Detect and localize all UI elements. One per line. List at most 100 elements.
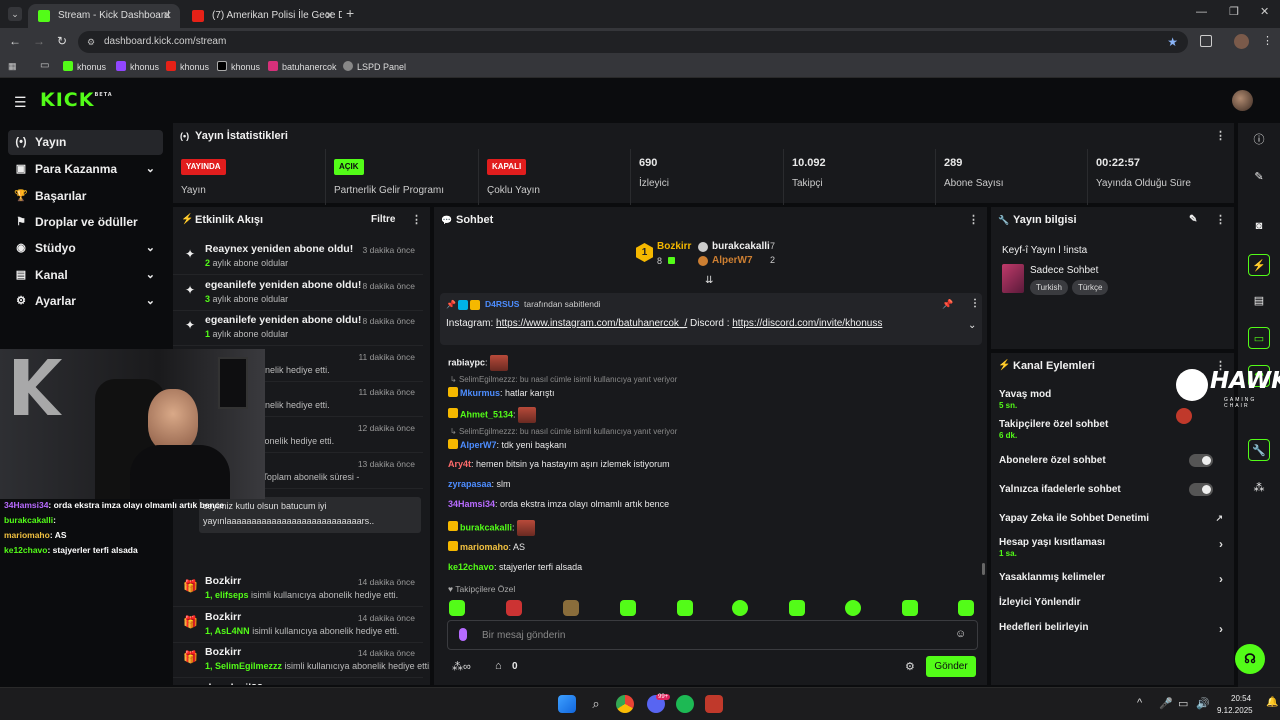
chat-message[interactable]: 34Hamsi34: orda ekstra imza olayı olmaml… <box>448 499 669 509</box>
chat-icon[interactable]: ▭ <box>1248 327 1270 349</box>
apps-icon[interactable]: ▦ <box>8 61 17 72</box>
chat-message[interactable]: Ary4t: hemen bitsin ya hastayım aşırı iz… <box>448 459 670 469</box>
more-icon[interactable]: ⋮ <box>1215 207 1226 233</box>
emote-icon[interactable] <box>506 600 522 616</box>
emote-icon[interactable] <box>563 600 579 616</box>
bookmark-instagram[interactable]: batuhanercok <box>268 60 337 74</box>
sidebar-item-1[interactable]: ▣ Para Kazanma ⌄ <box>8 157 163 182</box>
bookmark-lspd[interactable]: LSPD Panel <box>343 60 406 74</box>
emote-icon[interactable] <box>789 600 805 616</box>
points-icon[interactable]: ⁂∞ <box>452 660 471 673</box>
chat-username[interactable]: rabiaypc <box>448 357 485 367</box>
bookmark-x[interactable]: khonus <box>217 60 260 74</box>
info-icon[interactable]: ⓘ <box>1248 129 1270 151</box>
site-info-icon[interactable]: ⚙ <box>87 31 95 53</box>
emote-icon[interactable] <box>449 600 465 616</box>
support-button[interactable]: ☊ <box>1235 644 1265 674</box>
bolt-icon[interactable]: ⚡ <box>1248 254 1270 276</box>
chrome-icon[interactable] <box>616 695 634 713</box>
chat-message[interactable]: rabiaypc: <box>448 355 509 371</box>
clock-time[interactable]: 20:54 <box>1231 694 1251 703</box>
start-icon[interactable] <box>558 695 576 713</box>
sidebar-item-0[interactable]: (•) Yayın <box>8 130 163 155</box>
channel-action[interactable]: İzleyici Yönlendir <box>999 597 1227 608</box>
chat-message[interactable]: ke12chavo: stajyerler terfi alsada <box>448 562 582 572</box>
clock-date[interactable]: 9.12.2025 <box>1217 706 1253 715</box>
channel-action[interactable]: Abonelere özel sohbet <box>999 454 1227 467</box>
toggle-switch[interactable] <box>1189 454 1213 467</box>
mic-tray-icon[interactable]: 🎤 <box>1159 697 1173 710</box>
sidebar-item-4[interactable]: ◉ Stüdyo ⌄ <box>8 236 163 261</box>
more-icon[interactable]: ⋮ <box>1215 123 1226 149</box>
channel-action[interactable]: Yapay Zeka ile Sohbet Denetimi ↗ <box>999 513 1227 524</box>
channel-action[interactable]: Hedefleri belirleyin › <box>999 622 1227 636</box>
chat-message[interactable]: mariomaho: AS <box>448 541 525 552</box>
chat-username[interactable]: 34Hamsi34 <box>448 499 495 509</box>
category-name[interactable]: Sadece Sohbet <box>1030 265 1098 276</box>
chat-message[interactable]: AlperW7: tdk yeni başkanı <box>448 439 567 450</box>
filter-button[interactable]: Filtre <box>371 207 395 233</box>
app-icon[interactable] <box>705 695 723 713</box>
group-icon[interactable]: ⁂ <box>1248 477 1270 499</box>
tab-kick-dashboard[interactable]: Stream - Kick Dashboard ✕ <box>28 4 180 28</box>
sidebar-item-5[interactable]: ▤ Kanal ⌄ <box>8 263 163 288</box>
back-icon[interactable]: ← <box>9 34 21 48</box>
tab-list-button[interactable]: ⌄ <box>8 7 22 21</box>
edit-icon[interactable]: ✎ <box>1248 166 1270 188</box>
spotify-icon[interactable] <box>676 695 694 713</box>
show-hidden-icons[interactable]: ^ <box>1137 697 1142 709</box>
restore-icon[interactable]: ❐ <box>1229 5 1239 18</box>
user-avatar[interactable] <box>1232 90 1253 111</box>
unpin-icon[interactable]: 📌 <box>942 299 953 310</box>
kick-logo[interactable]: KICKBETA <box>40 89 113 111</box>
emote-icon[interactable] <box>902 600 918 616</box>
channel-action[interactable]: Hesap yaşı kısıtlaması 1 sa. › <box>999 537 1227 558</box>
instagram-link[interactable]: https://www.instagram.com/batuhanercok_/ <box>496 318 687 329</box>
emote-icon[interactable] <box>958 600 974 616</box>
forward-icon[interactable]: → <box>33 34 45 48</box>
tag[interactable]: Türkçe <box>1071 280 1109 295</box>
folder-icon[interactable]: ▭ <box>40 60 49 71</box>
chat-username[interactable]: burakcakalli <box>460 522 512 532</box>
notifications-icon[interactable]: 🔔 <box>1266 697 1278 708</box>
hamburger-menu-icon[interactable]: ☰ <box>14 94 27 111</box>
tab-youtube[interactable]: (7) Amerikan Polisi İle Gece Dev ✕ <box>182 4 342 28</box>
reload-icon[interactable]: ↻ <box>57 34 67 48</box>
tag[interactable]: Turkish <box>1030 280 1068 295</box>
more-icon[interactable]: ⋮ <box>411 207 422 233</box>
reply-context[interactable]: ↳ SelimEgilmezzz: bu nasıl cümle isimli … <box>450 427 677 436</box>
emoji-icon[interactable]: ☺ <box>955 628 966 640</box>
extensions-icon[interactable] <box>1200 35 1212 47</box>
bookmark-star-icon[interactable]: ★ <box>1167 31 1178 53</box>
emote-icon[interactable] <box>732 600 748 616</box>
sidebar-item-6[interactable]: ⚙ Ayarlar ⌄ <box>8 289 163 314</box>
bookmark-twitch[interactable]: khonus <box>116 60 159 74</box>
chat-username[interactable]: Ahmet_5134 <box>460 409 513 419</box>
camera-icon[interactable]: ◙ <box>1248 215 1270 237</box>
url-input[interactable]: ⚙ dashboard.kick.com/stream ★ <box>78 31 1188 53</box>
chat-message[interactable]: Mkurmus: hatlar karıştı <box>448 387 555 398</box>
channel-action[interactable]: Yasaklanmış kelimeler › <box>999 572 1227 586</box>
toggle-switch[interactable] <box>1189 483 1213 496</box>
minimize-icon[interactable]: — <box>1196 6 1207 18</box>
expand-icon[interactable]: ⌄ <box>968 320 976 331</box>
search-icon[interactable]: ⌕ <box>587 695 605 713</box>
network-icon[interactable]: ▭ <box>1178 697 1188 710</box>
discord-link[interactable]: https://discord.com/invite/khonuss <box>732 318 882 329</box>
new-tab-button[interactable]: + <box>346 5 354 21</box>
chat-message[interactable]: Ahmet_5134: <box>448 407 537 423</box>
more-icon[interactable]: ⋮ <box>968 207 979 233</box>
chat-username[interactable]: AlperW7 <box>460 440 497 450</box>
sidebar-item-3[interactable]: ⚑ Droplar ve ödüller <box>8 210 163 235</box>
volume-icon[interactable]: 🔊 <box>1196 697 1210 710</box>
close-tab-icon[interactable]: ✕ <box>325 4 334 28</box>
emote-icon[interactable] <box>620 600 636 616</box>
wrench-icon[interactable]: 🔧 <box>1248 439 1270 461</box>
microphone-icon[interactable] <box>459 628 467 641</box>
profile-avatar-icon[interactable] <box>1234 34 1249 49</box>
store-icon[interactable]: ⌂ <box>495 660 502 672</box>
chat-input[interactable]: Bir mesaj gönderin ☺ <box>447 620 978 650</box>
chat-settings-icon[interactable]: ⚙ <box>905 660 915 673</box>
reply-context[interactable]: ↳ SelimEgilmezzz: bu nasıl cümle isimli … <box>450 375 677 384</box>
bookmark-youtube[interactable]: khonus <box>166 60 209 74</box>
